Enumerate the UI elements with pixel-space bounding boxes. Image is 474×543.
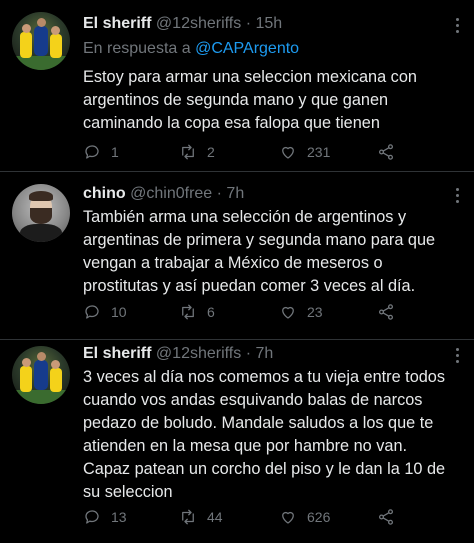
tweet-text: 3 veces al día nos comemos a tu vieja en…	[83, 368, 446, 501]
reply-icon	[85, 145, 99, 159]
user-handle[interactable]: @12sheriffs	[156, 345, 241, 362]
reply-mention-link[interactable]: @CAPArgento	[195, 40, 299, 57]
tweet-header: chino @chin0free · 7h	[83, 185, 244, 203]
retweet-count: 2	[207, 144, 215, 160]
tweet[interactable]: El sheriff @12sheriffs · 7h 3 veces al d…	[0, 340, 474, 543]
tweet-actions: 13 44 626	[83, 507, 463, 527]
separator: ·	[216, 185, 222, 202]
share-button[interactable]	[377, 302, 395, 322]
separator: ·	[245, 345, 252, 362]
display-name[interactable]: chino	[83, 185, 126, 202]
share-icon	[378, 144, 394, 160]
display-name[interactable]: El sheriff	[83, 345, 151, 362]
tweet-header: El sheriff @12sheriffs · 15h	[83, 15, 282, 33]
reply-button[interactable]: 10	[83, 302, 127, 322]
reply-count: 1	[111, 144, 119, 160]
user-handle[interactable]: @chin0free	[130, 185, 212, 202]
avatar[interactable]	[12, 184, 70, 242]
like-button[interactable]: 626	[279, 507, 330, 527]
tweet-text: También arma una selección de argentinos…	[83, 208, 436, 295]
retweet-count: 44	[207, 509, 223, 525]
avatar[interactable]	[12, 12, 70, 70]
user-handle[interactable]: @12sheriffs	[156, 15, 241, 32]
avatar[interactable]	[12, 346, 70, 404]
retweet-icon	[182, 304, 194, 320]
share-button[interactable]	[377, 507, 395, 527]
like-count: 626	[307, 509, 331, 525]
tweet-text: Estoy para armar una seleccion mexicana …	[83, 68, 417, 132]
retweet-button[interactable]: 2	[179, 142, 215, 162]
retweet-icon	[182, 144, 194, 160]
more-options-icon[interactable]	[456, 188, 460, 204]
like-icon	[282, 306, 294, 319]
tweet-actions: 1 2 231	[83, 142, 463, 162]
reply-icon	[85, 305, 99, 319]
display-name[interactable]: El sheriff	[83, 15, 151, 32]
reply-button[interactable]: 13	[83, 507, 127, 527]
share-icon	[378, 509, 394, 525]
like-button[interactable]: 23	[279, 302, 323, 322]
share-icon	[378, 304, 394, 320]
reply-count: 10	[111, 304, 127, 320]
like-count: 231	[307, 144, 331, 160]
like-icon	[282, 146, 294, 159]
share-button[interactable]	[377, 142, 395, 162]
reply-context: En respuesta a @CAPArgento	[83, 40, 299, 58]
retweet-icon	[182, 509, 194, 525]
more-options-icon[interactable]	[456, 18, 460, 34]
timestamp[interactable]: 15h	[255, 15, 282, 32]
retweet-count: 6	[207, 304, 215, 320]
timestamp[interactable]: 7h	[255, 345, 273, 362]
more-options-icon[interactable]	[456, 348, 460, 364]
retweet-button[interactable]: 6	[179, 302, 215, 322]
reply-button[interactable]: 1	[83, 142, 119, 162]
like-count: 23	[307, 304, 323, 320]
reply-count: 13	[111, 509, 127, 525]
like-button[interactable]: 231	[279, 142, 330, 162]
like-icon	[282, 511, 294, 524]
separator: ·	[245, 15, 252, 32]
tweet-header: El sheriff @12sheriffs · 7h	[83, 345, 273, 363]
retweet-button[interactable]: 44	[179, 507, 223, 527]
reply-icon	[85, 510, 99, 524]
tweet[interactable]: El sheriff @12sheriffs · 15h En respuest…	[0, 0, 474, 172]
tweet[interactable]: chino @chin0free · 7h También arma una s…	[0, 172, 474, 340]
reply-prefix: En respuesta a	[83, 40, 191, 57]
tweet-actions: 10 6 23	[83, 302, 463, 322]
timestamp[interactable]: 7h	[226, 185, 244, 202]
